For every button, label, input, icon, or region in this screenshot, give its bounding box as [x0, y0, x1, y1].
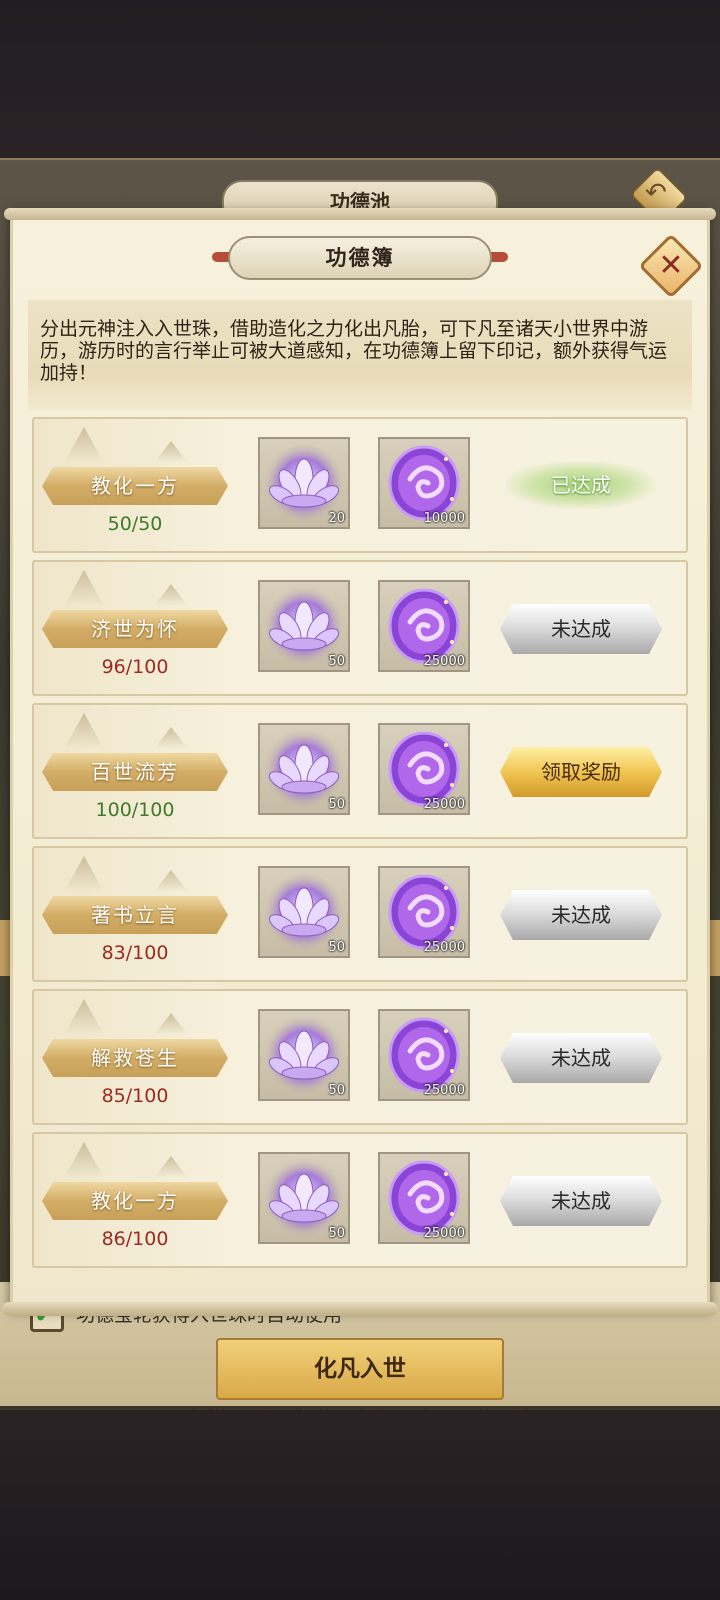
achievement-name: 解救苍生: [42, 1039, 228, 1077]
mountain-decoration: [154, 727, 188, 749]
achievement-progress: 100/100: [95, 799, 175, 821]
reward-slot-lotus[interactable]: 50: [258, 723, 350, 815]
achievement-name: 教化一方: [42, 467, 228, 505]
reward-slot-lotus[interactable]: 50: [258, 580, 350, 672]
reward-slot-orb[interactable]: 25000: [378, 1152, 470, 1244]
mountain-decoration: [64, 1142, 104, 1178]
mountain-decoration: [154, 584, 188, 606]
not-achieved-button[interactable]: 未达成: [500, 604, 662, 654]
mountain-decoration: [154, 870, 188, 892]
achievement-row: 教化一方 50/50 20 10000 已达成: [32, 417, 688, 553]
reward-count: 25000: [423, 797, 465, 812]
achievement-row: 解救苍生 85/100 50 25000 未达成: [32, 989, 688, 1125]
achievement-row: 教化一方 86/100 50 25000 未达成: [32, 1132, 688, 1268]
mountain-decoration: [64, 856, 104, 892]
mountain-decoration: [64, 427, 104, 463]
dialog-title: 功德簿: [228, 236, 492, 280]
not-achieved-button[interactable]: 未达成: [500, 1176, 662, 1226]
mountain-decoration: [64, 999, 104, 1035]
achievement-progress: 50/50: [107, 513, 163, 535]
mountain-decoration: [64, 570, 104, 606]
background-bottom: [0, 1410, 720, 1600]
achievement-progress: 85/100: [101, 1085, 169, 1107]
reward-count: 50: [328, 1226, 345, 1241]
mountain-decoration: [154, 1013, 188, 1035]
reward-slot-orb[interactable]: 25000: [378, 723, 470, 815]
reward-slot-lotus[interactable]: 20: [258, 437, 350, 529]
achievement-name: 百世流芳: [42, 753, 228, 791]
reward-slot-lotus[interactable]: 50: [258, 866, 350, 958]
achievement-progress: 86/100: [101, 1228, 169, 1250]
reward-slot-lotus[interactable]: 50: [258, 1009, 350, 1101]
reward-slot-orb[interactable]: 25000: [378, 1009, 470, 1101]
mountain-decoration: [64, 713, 104, 749]
reward-slot-orb[interactable]: 25000: [378, 580, 470, 672]
not-achieved-button[interactable]: 未达成: [500, 1033, 662, 1083]
achievement-name: 济世为怀: [42, 610, 228, 648]
close-icon[interactable]: ✕: [648, 243, 694, 289]
reward-count: 50: [328, 1083, 345, 1098]
enter-world-button[interactable]: 化凡入世: [216, 1338, 504, 1400]
dialog-description: 分出元神注入入世珠，借助造化之力化出凡胎，可下凡至诸天小世界中游历，游历时的言行…: [40, 318, 668, 384]
back-arrow-icon: ↶: [645, 178, 667, 208]
reward-count: 50: [328, 940, 345, 955]
mountain-decoration: [154, 441, 188, 463]
mountain-decoration: [154, 1156, 188, 1178]
reward-slot-orb[interactable]: 10000: [378, 437, 470, 529]
achievement-row: 百世流芳 100/100 50 25000 领取奖励: [32, 703, 688, 839]
reward-count: 25000: [423, 654, 465, 669]
achievement-list: 教化一方 50/50 20 10000 已达成 济世为怀 96/100 50 2…: [32, 417, 688, 1275]
achievement-row: 著书立言 83/100 50 25000 未达成: [32, 846, 688, 982]
reward-count: 10000: [423, 511, 465, 526]
achieved-label: 已达成: [506, 461, 656, 509]
reward-count: 20: [328, 511, 345, 526]
reward-slot-lotus[interactable]: 50: [258, 1152, 350, 1244]
achievement-row: 济世为怀 96/100 50 25000 未达成: [32, 560, 688, 696]
achievement-name: 著书立言: [42, 896, 228, 934]
reward-slot-orb[interactable]: 25000: [378, 866, 470, 958]
background-top: [0, 0, 720, 160]
reward-count: 25000: [423, 1083, 465, 1098]
scroll-rod-top: [4, 208, 716, 220]
achievement-progress: 96/100: [101, 656, 169, 678]
reward-count: 25000: [423, 940, 465, 955]
reward-count: 50: [328, 797, 345, 812]
reward-count: 25000: [423, 1226, 465, 1241]
reward-count: 50: [328, 654, 345, 669]
achievement-progress: 83/100: [101, 942, 169, 964]
claim-reward-button[interactable]: 领取奖励: [500, 747, 662, 797]
achievement-name: 教化一方: [42, 1182, 228, 1220]
not-achieved-button[interactable]: 未达成: [500, 890, 662, 940]
scroll-rod-bottom: [2, 1302, 718, 1316]
